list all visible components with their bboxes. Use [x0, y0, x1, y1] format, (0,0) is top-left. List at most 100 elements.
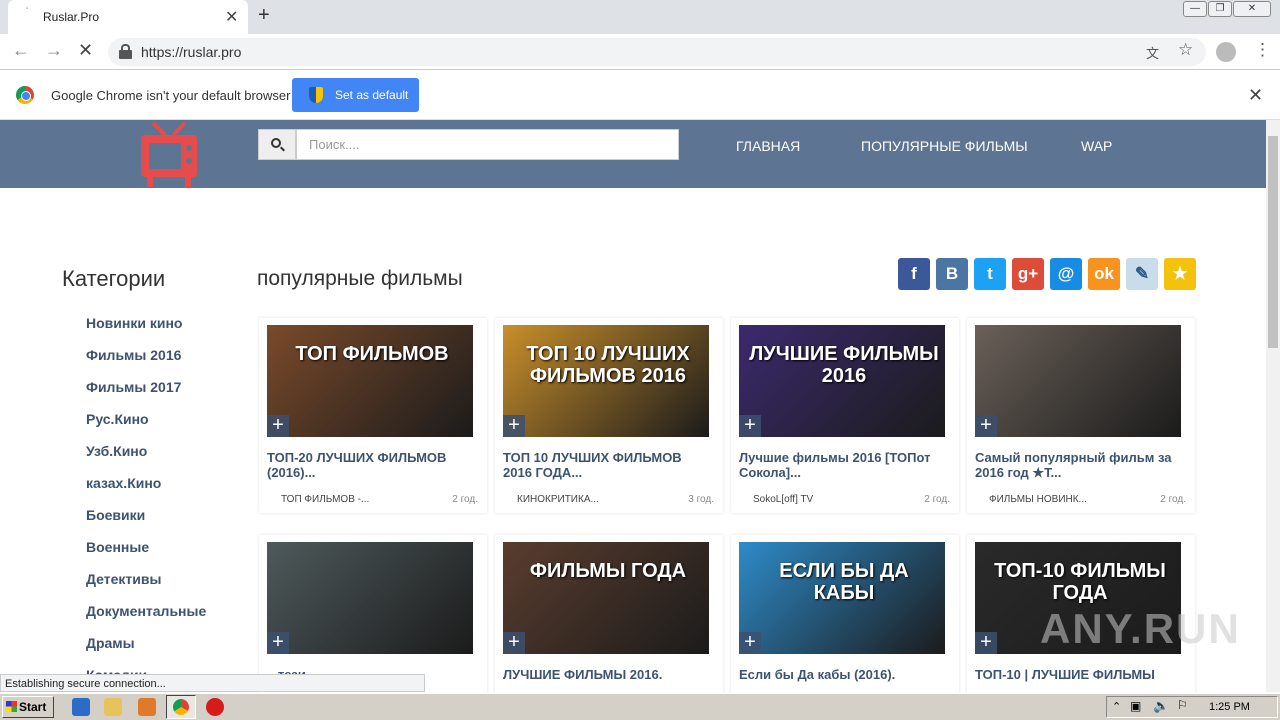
address-bar[interactable]: [108, 38, 1206, 66]
twitter-icon[interactable]: t: [974, 258, 1006, 290]
thumbnail-caption: ТОП-10 ФИЛЬМЫ ГОДА: [994, 560, 1166, 604]
category-link[interactable]: Фильмы 2016: [86, 347, 181, 363]
infobar-close-icon[interactable]: ✕: [1248, 85, 1263, 106]
video-card[interactable]: ТОП ФИЛЬМОВ + ТОП-20 ЛУЧШИХ ФИЛЬМОВ (2016)…: [259, 318, 487, 513]
google-plus-icon[interactable]: g+: [1012, 258, 1044, 290]
category-link[interactable]: Драмы: [86, 635, 135, 651]
video-title[interactable]: ТОП-10 | ЛУЧШИЕ ФИЛЬМЫ: [975, 667, 1185, 682]
site-logo-tv-icon[interactable]: [137, 121, 201, 189]
category-link[interactable]: Боевики: [86, 507, 145, 523]
channel-name[interactable]: КИНОКРИТИКА...: [517, 494, 599, 505]
chrome-icon: [173, 699, 189, 715]
security-tool-icon[interactable]: [206, 698, 224, 716]
media-player-icon[interactable]: [138, 698, 156, 716]
video-thumbnail[interactable]: ТОП ФИЛЬМОВ: [267, 325, 473, 437]
add-to-list-plus-icon[interactable]: +: [503, 632, 525, 654]
tab-title: Ruslar.Pro: [43, 10, 100, 24]
video-card[interactable]: ТОП 10 ЛУЧШИХ ФИЛЬМОВ 2016 + ТОП 10 ЛУЧШИХ…: [495, 318, 723, 513]
new-tab-icon[interactable]: +: [258, 4, 270, 27]
action-center-flag-icon[interactable]: ⚐: [1177, 698, 1188, 712]
livejournal-icon[interactable]: ✎: [1126, 258, 1158, 290]
search-input[interactable]: [296, 129, 679, 160]
video-title[interactable]: ЛУЧШИЕ ФИЛЬМЫ 2016.: [503, 667, 713, 682]
menu-kebab-icon[interactable]: ⋮: [1254, 40, 1271, 60]
video-card[interactable]: + Самый популярный фильм за 2016 год ★Т..…: [967, 318, 1195, 513]
network-icon[interactable]: ▣: [1130, 699, 1141, 713]
category-link[interactable]: Фильмы 2017: [86, 379, 181, 395]
video-thumbnail[interactable]: ФИЛЬМЫ ГОДА: [503, 542, 709, 654]
chrome-taskbar-button[interactable]: [166, 695, 196, 719]
add-to-list-plus-icon[interactable]: +: [503, 415, 525, 437]
video-card[interactable]: ЛУЧШИЕ ФИЛЬМЫ 2016 + Лучшие фильмы 2016 [Т…: [731, 318, 959, 513]
nav-wap[interactable]: WAP: [1081, 138, 1112, 154]
video-thumbnail[interactable]: [975, 325, 1181, 437]
category-link[interactable]: Документальные: [86, 603, 206, 619]
favorite-star-icon[interactable]: ★: [1164, 258, 1196, 290]
add-to-list-plus-icon[interactable]: +: [739, 415, 761, 437]
thumbnail-caption: ТОП 10 ЛУЧШИХ ФИЛЬМОВ 2016: [526, 343, 690, 387]
scrollbar-thumb[interactable]: [1268, 136, 1278, 348]
window-close-icon[interactable]: ✕: [1233, 1, 1271, 17]
lock-body: [119, 50, 132, 59]
start-button[interactable]: Start: [2, 696, 54, 718]
video-age: 2 год.: [924, 494, 950, 505]
nav-popular-films[interactable]: ПОПУЛЯРНЫЕ ФИЛЬМЫ: [861, 138, 1028, 154]
video-thumbnail[interactable]: ТОП 10 ЛУЧШИХ ФИЛЬМОВ 2016: [503, 325, 709, 437]
search-button[interactable]: [258, 129, 296, 160]
add-to-list-plus-icon[interactable]: +: [267, 415, 289, 437]
category-link[interactable]: Детективы: [86, 571, 161, 587]
volume-icon[interactable]: 🔈: [1153, 698, 1169, 714]
facebook-icon[interactable]: f: [898, 258, 930, 290]
video-title[interactable]: Если бы Да кабы (2016).: [739, 667, 949, 682]
forward-icon[interactable]: →: [45, 40, 63, 61]
video-age: 2 год.: [1160, 494, 1186, 505]
ie-icon[interactable]: [72, 698, 90, 716]
nav-home[interactable]: ГЛАВНАЯ: [736, 138, 800, 154]
category-link[interactable]: Военные: [86, 539, 149, 555]
bookmark-star-icon[interactable]: ☆: [1178, 40, 1193, 60]
add-to-list-plus-icon[interactable]: +: [267, 632, 289, 654]
back-icon[interactable]: ←: [12, 40, 30, 61]
status-bubble: Establishing secure connection...: [0, 674, 425, 692]
explorer-folder-icon[interactable]: [104, 698, 122, 716]
translate-icon[interactable]: 文: [1146, 43, 1159, 62]
minimize-icon[interactable]: —: [1183, 1, 1207, 17]
channel-name[interactable]: ТОП ФИЛЬМОВ -...: [281, 494, 369, 505]
search-icon-handle: [280, 146, 285, 152]
profile-avatar-icon[interactable]: [1216, 42, 1236, 62]
thumbnail-caption: ЕСЛИ БЫ ДА КАБЫ: [779, 560, 909, 604]
odnoklassniki-icon[interactable]: ok: [1088, 258, 1120, 290]
url-text[interactable]: https://ruslar.pro: [141, 44, 241, 60]
video-thumbnail[interactable]: [267, 542, 473, 654]
tab-close-icon[interactable]: ✕: [225, 7, 238, 27]
video-title[interactable]: Самый популярный фильм за 2016 год ★Т...: [975, 450, 1185, 480]
category-link[interactable]: Рус.Кино: [86, 411, 149, 427]
vk-icon[interactable]: B: [936, 258, 968, 290]
category-link[interactable]: казах.Кино: [86, 475, 161, 491]
video-age: 2 год.: [452, 494, 478, 505]
channel-name[interactable]: SokoL[off] TV: [753, 494, 813, 505]
add-to-list-plus-icon[interactable]: +: [975, 632, 997, 654]
video-thumbnail[interactable]: ЛУЧШИЕ ФИЛЬМЫ 2016: [739, 325, 945, 437]
add-to-list-plus-icon[interactable]: +: [975, 415, 997, 437]
uac-shield-icon: [309, 87, 323, 103]
video-thumbnail[interactable]: ЕСЛИ БЫ ДА КАБЫ: [739, 542, 945, 654]
tray-expand-icon[interactable]: ⌃: [1112, 700, 1121, 713]
video-title[interactable]: ТОП-20 ЛУЧШИХ ФИЛЬМОВ (2016)...: [267, 450, 477, 480]
video-title[interactable]: ТОП 10 ЛУЧШИХ ФИЛЬМОВ 2016 ГОДА...: [503, 450, 713, 480]
add-to-list-plus-icon[interactable]: +: [739, 632, 761, 654]
set-default-button[interactable]: Set as default: [292, 78, 419, 112]
taskbar-clock: 1:25 PM: [1209, 701, 1250, 713]
category-link[interactable]: Узб.Кино: [86, 443, 147, 459]
channel-name[interactable]: ФИЛЬМЫ НОВИНК...: [989, 494, 1087, 505]
browser-tab[interactable]: ʻ Ruslar.Pro ✕: [8, 0, 248, 34]
anyrun-watermark: ANY.RUN: [1040, 605, 1241, 652]
video-title[interactable]: Лучшие фильмы 2016 [ТОПот Сокола]...: [739, 450, 949, 480]
stop-loading-icon[interactable]: ✕: [78, 40, 93, 61]
thumbnail-caption: ЛУЧШИЕ ФИЛЬМЫ 2016: [749, 343, 939, 387]
mailru-icon[interactable]: @: [1050, 258, 1082, 290]
section-title: популярные фильмы: [257, 267, 463, 290]
restore-icon[interactable]: ❐: [1208, 1, 1232, 17]
categories-heading: Категории: [62, 266, 166, 291]
category-link[interactable]: Новинки кино: [86, 315, 182, 331]
